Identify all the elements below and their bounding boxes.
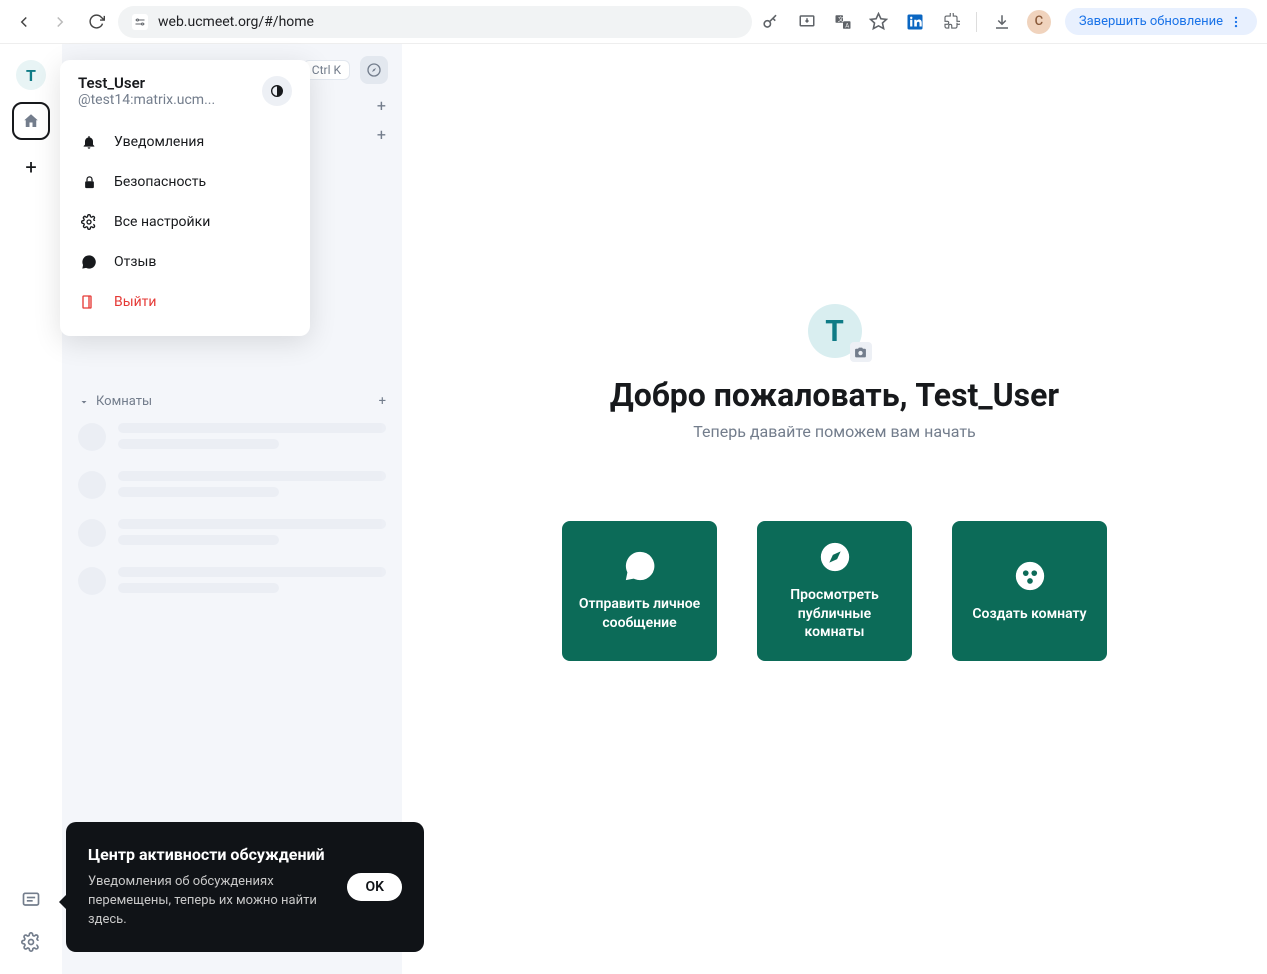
tooltip-description: Уведомления об обсуждениях перемещены, т… [88,873,333,930]
menu-item-logout[interactable]: Выйти [60,282,310,322]
chevron-down-icon [78,396,90,408]
divider [976,12,977,32]
extensions-icon[interactable] [940,11,962,33]
tooltip-title: Центр активности обсуждений [88,844,333,866]
explore-rooms-card[interactable]: Просмотреть публичные комнаты [757,521,912,661]
settings-icon[interactable] [21,932,41,952]
explore-button[interactable] [360,56,388,84]
update-button[interactable]: Завершить обновление [1065,8,1257,35]
group-icon [1013,559,1047,593]
svg-text:文: 文 [838,15,844,23]
back-button[interactable] [10,8,38,36]
room-list-placeholder [62,413,402,625]
profile-avatar[interactable]: C [1027,10,1051,34]
more-vert-icon [1229,15,1243,29]
threads-icon[interactable] [21,890,41,910]
welcome-subtitle: Теперь давайте поможем вам начать [693,422,975,441]
logout-icon [80,294,98,310]
bookmark-icon[interactable] [868,11,890,33]
send-dm-card[interactable]: Отправить личное сообщение [562,521,717,661]
chat-bubble-icon [80,254,98,270]
threads-tooltip: Центр активности обсуждений Уведомления … [66,822,424,952]
browser-toolbar: web.ucmeet.org/#/home 文A C Завершить обн… [0,0,1267,44]
bell-icon [80,134,98,150]
lock-icon [80,175,98,190]
download-icon[interactable] [991,11,1013,33]
svg-text:A: A [845,22,849,29]
create-room-card[interactable]: Создать комнату [952,521,1107,661]
translate-icon[interactable]: 文A [832,11,854,33]
home-space-button[interactable] [12,102,50,140]
address-bar[interactable]: web.ucmeet.org/#/home [118,6,752,38]
tooltip-ok-button[interactable]: OK [347,873,402,901]
space-rail: T + [0,44,62,974]
user-menu-popover: Test_User @test14:matrix.ucm... Уведомле… [60,60,310,336]
add-button-2[interactable]: + [377,125,386,144]
compass-icon [818,540,852,574]
url-text: web.ucmeet.org/#/home [158,14,314,30]
rooms-section-header[interactable]: Комнаты + [62,390,402,413]
welcome-title: Добро пожаловать, Test_User [610,376,1059,414]
add-space-button[interactable]: + [16,152,46,182]
gear-icon [80,214,98,230]
key-icon[interactable] [760,11,782,33]
menu-item-notifications[interactable]: Уведомления [60,122,310,162]
forward-button[interactable] [46,8,74,36]
chat-icon [623,549,657,583]
install-icon[interactable] [796,11,818,33]
user-menu-name: Test_User [78,74,215,92]
menu-item-settings[interactable]: Все настройки [60,202,310,242]
menu-item-security[interactable]: Безопасность [60,162,310,202]
change-avatar-button[interactable] [850,342,872,362]
user-menu-id: @test14:matrix.ucm... [78,92,215,108]
home-panel: T Добро пожаловать, Test_User Теперь дав… [402,44,1267,974]
theme-toggle-button[interactable] [262,76,292,106]
reload-button[interactable] [82,8,110,36]
add-button[interactable]: + [377,96,386,115]
site-settings-icon[interactable] [132,14,148,30]
linkedin-icon[interactable] [904,11,926,33]
add-room-button[interactable]: + [379,394,386,409]
menu-item-feedback[interactable]: Отзыв [60,242,310,282]
user-avatar-small[interactable]: T [16,60,46,90]
